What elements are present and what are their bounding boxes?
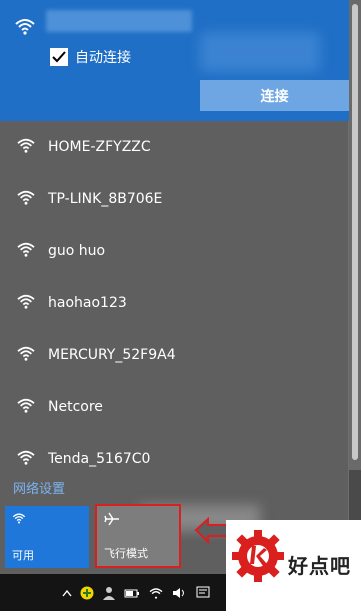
system-tray [62, 574, 218, 611]
scrollbar[interactable] [349, 0, 361, 470]
wifi-icon [16, 241, 36, 261]
network-flyout: 自动连接 连接 HOME-ZFYZZC TP-LINK_8B706E guo h… [0, 0, 349, 574]
auto-connect-checkbox[interactable] [50, 48, 68, 66]
network-item-home-zfyzzc[interactable]: HOME-ZFYZZC [0, 121, 349, 173]
gear-logo-icon [230, 528, 286, 588]
wifi-tile-label: 可用 [12, 549, 34, 562]
network-item-haohao123[interactable]: haohao123 [0, 277, 349, 329]
network-name: haohao123 [48, 295, 127, 311]
connect-button[interactable]: 连接 [200, 80, 349, 111]
network-name: MERCURY_52F9A4 [48, 347, 176, 363]
network-item-guo-huo[interactable]: guo huo [0, 225, 349, 277]
airplane-icon [104, 512, 120, 529]
network-item-mercury[interactable]: MERCURY_52F9A4 [0, 329, 349, 381]
wifi-icon [16, 137, 36, 157]
airplane-mode-tile[interactable]: 飞行模式 [95, 504, 181, 568]
person-icon[interactable] [102, 586, 116, 600]
app-plus-icon[interactable] [80, 586, 94, 600]
network-settings-link[interactable]: 网络设置 [13, 478, 65, 497]
network-name: Netcore [48, 399, 103, 415]
network-name: Tenda_5167C0 [48, 451, 151, 467]
network-item-tp-link[interactable]: TP-LINK_8B706E [0, 173, 349, 225]
wifi-icon [14, 17, 36, 39]
network-name-redacted [46, 10, 192, 32]
wifi-icon [16, 449, 36, 469]
chevron-up-icon[interactable] [62, 589, 72, 597]
notification-icon[interactable] [196, 586, 210, 600]
wifi-icon [16, 293, 36, 313]
network-name: guo huo [48, 243, 106, 259]
scrollbar-thumb[interactable] [352, 4, 358, 460]
airplane-tile-label: 飞行模式 [104, 547, 148, 560]
network-list: HOME-ZFYZZC TP-LINK_8B706E guo huo haoha… [0, 121, 349, 485]
wifi-icon [16, 345, 36, 365]
wifi-toggle-tile[interactable]: 可用 [5, 506, 89, 568]
wifi-icon [12, 512, 26, 527]
watermark-text: 好点吧 [288, 554, 351, 578]
auto-connect-label: 自动连接 [75, 50, 131, 66]
battery-icon[interactable] [124, 587, 140, 599]
auto-connect-row[interactable]: 自动连接 [50, 47, 131, 67]
network-name: TP-LINK_8B706E [48, 191, 163, 207]
wifi-tray-icon[interactable] [148, 587, 164, 599]
connected-network-panel[interactable]: 自动连接 连接 [0, 0, 349, 121]
volume-icon[interactable] [172, 587, 188, 599]
network-item-netcore[interactable]: Netcore [0, 381, 349, 433]
watermark-logo: 好点吧 [226, 520, 361, 611]
wifi-icon [16, 189, 36, 209]
redacted-area [200, 32, 320, 72]
network-name: HOME-ZFYZZC [48, 139, 151, 155]
wifi-icon [16, 397, 36, 417]
